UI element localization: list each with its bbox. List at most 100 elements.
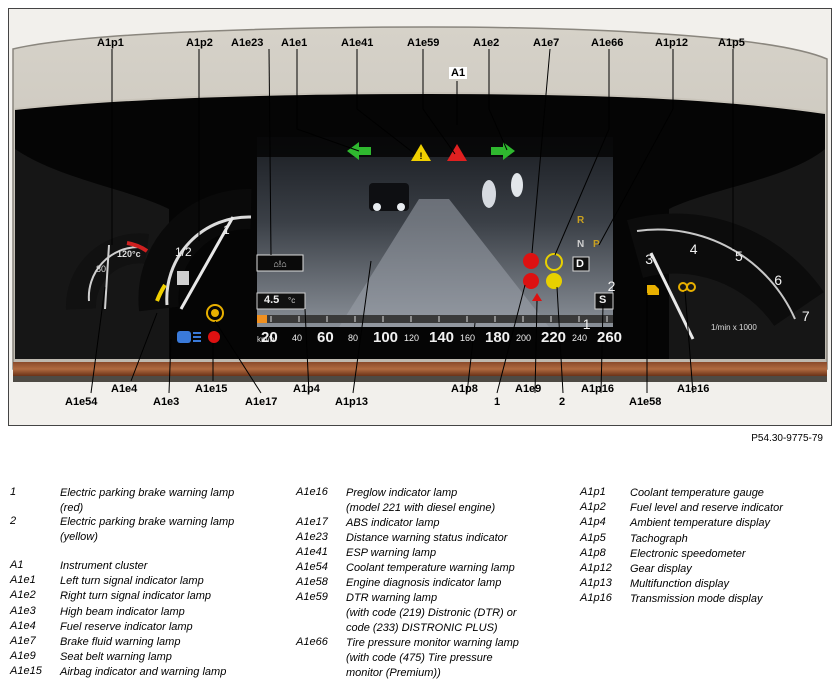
callout-a1p5: A1p5 <box>718 37 745 49</box>
fuel-full-label: 1 <box>223 223 230 237</box>
callout-a1e9: A1e9 <box>515 383 542 395</box>
coolant-mid-label: 80 <box>96 264 107 274</box>
callout-1: 1 <box>494 396 501 408</box>
callout-a1e59: A1e59 <box>407 37 440 49</box>
legend-description: Coolant temperature gauge <box>630 487 764 499</box>
figure-id: P54.30-9775-79 <box>751 433 823 444</box>
legend-description: High beam indicator lamp <box>60 606 185 618</box>
speedo-tick-label: 120 <box>404 333 420 343</box>
callout-a1p16: A1p16 <box>581 383 615 395</box>
legend-code: A1p8 <box>580 547 606 559</box>
callout-2: 2 <box>559 396 566 408</box>
speedo-tick-label: 180 <box>485 329 511 346</box>
legend-description: Seat belt warning lamp <box>60 651 172 663</box>
legend-code: A1e16 <box>296 486 328 498</box>
speedo-tick-label: 200 <box>516 333 532 343</box>
legend-code: A1e23 <box>296 531 328 543</box>
legend-code: A1e15 <box>10 665 42 677</box>
legend-code: A1e41 <box>296 546 328 558</box>
high-beam-icon <box>177 331 201 343</box>
legend-description: Electronic speedometer <box>630 548 746 560</box>
speedo-tick-label: 240 <box>572 333 588 343</box>
speedo-tick-label: 60 <box>317 329 334 346</box>
legend-description: Right turn signal indicator lamp <box>60 590 212 602</box>
legend-code: A1e17 <box>296 516 328 528</box>
callout-a1e17: A1e17 <box>245 396 278 408</box>
speedo-tick-label: 160 <box>460 333 476 343</box>
callout-a1e66: A1e66 <box>591 37 624 49</box>
callout-a1e3: A1e3 <box>153 396 180 408</box>
gear-d: D <box>576 258 584 270</box>
legend-description: ABS indicator lamp <box>346 517 440 529</box>
legend-code: A1e54 <box>296 561 328 573</box>
legend-code: A1e59 <box>296 591 328 603</box>
legend-description: Electric parking brake warning lamp (yel… <box>60 516 235 543</box>
callout-a1e41: A1e41 <box>341 37 374 49</box>
legend-description: Brake fluid warning lamp <box>60 636 181 648</box>
transmission-mode-value: S <box>599 294 607 306</box>
legend-code: A1p5 <box>580 532 606 544</box>
callout-a1e23: A1e23 <box>231 37 264 49</box>
airbag-icon <box>208 331 220 343</box>
tacho-tick-label: 2 <box>607 277 616 294</box>
brake-fluid-icon <box>523 253 539 269</box>
legend-code: 1 <box>10 486 17 498</box>
speedo-tick-label: 140 <box>429 329 455 346</box>
gear-n: N <box>577 239 585 250</box>
callout-a1e15: A1e15 <box>195 383 228 395</box>
callout-a1p1: A1p1 <box>97 37 124 49</box>
speedo-tick-label: 100 <box>373 329 399 346</box>
callout-a1p4: A1p4 <box>293 383 320 395</box>
legend-code: A1p16 <box>580 592 612 604</box>
speedo-tick-label: 80 <box>348 333 359 343</box>
fuel-pump-icon <box>177 271 189 285</box>
legend-description: Multifunction display <box>630 578 730 590</box>
tacho-unit: 1/min x 1000 <box>711 323 757 332</box>
legend-description: Tachograph <box>630 533 688 545</box>
cluster-drawing: ! ⌂!⌂ <box>9 9 831 425</box>
speedo-tick-label: 220 <box>541 329 567 346</box>
legend-code: A1e4 <box>10 620 36 632</box>
ambient-temp-unit: °c <box>288 296 296 305</box>
speedo-tick-label: 40 <box>292 333 303 343</box>
speedo-tick-label: 260 <box>597 329 623 346</box>
legend-description: Coolant temperature warning lamp <box>346 562 515 574</box>
legend-description: Engine diagnosis indicator lamp <box>346 577 502 589</box>
ambient-temp-value: 4.5 <box>264 294 280 306</box>
legend-description: Ambient temperature display <box>630 517 771 529</box>
legend-code: A1e2 <box>10 589 36 601</box>
coolant-max-label: 120°c <box>117 249 141 259</box>
tacho-tick-label: 6 <box>774 271 783 288</box>
callout-a1e1: A1e1 <box>281 37 308 49</box>
legend-code: A1e7 <box>10 635 36 647</box>
instrument-cluster-figure: ! ⌂!⌂ 120°c 80 1/2 1 4.5 °c S R N P D 1/… <box>8 8 832 426</box>
legend-code: 2 <box>10 515 17 527</box>
callout-a1e2: A1e2 <box>473 37 500 49</box>
legend-code: A1p2 <box>580 501 606 513</box>
callout-a1e4: A1e4 <box>111 383 138 395</box>
legend-description: DTR warning lamp (with code (219) Distro… <box>346 592 517 634</box>
tacho-tick-label: 1 <box>582 316 591 333</box>
svg-text:!: ! <box>420 151 423 161</box>
legend-description: Left turn signal indicator lamp <box>60 575 204 587</box>
gear-r: R <box>577 215 585 226</box>
legend-code: A1e66 <box>296 636 328 648</box>
callout-a1: A1 <box>449 67 468 79</box>
legend-description: Gear display <box>630 563 692 575</box>
speedo-tick-label: 20 <box>261 329 278 346</box>
legend-code: A1e9 <box>10 650 36 662</box>
tacho-tick-label: 3 <box>645 251 653 268</box>
tacho-tick-label: 5 <box>735 248 743 265</box>
legend-description: Transmission mode display <box>630 593 763 605</box>
gear-p: P <box>593 239 600 250</box>
legend-code: A1 <box>10 559 24 571</box>
fuel-half-label: 1/2 <box>175 245 192 259</box>
legend-description: Fuel level and reserve indicator <box>630 502 783 514</box>
tacho-tick-label: 7 <box>801 308 810 325</box>
legend-description: Electric parking brake warning lamp (red… <box>60 487 235 514</box>
legend-description: Airbag indicator and warning lamp <box>60 666 227 678</box>
legend-description: Distance warning status indicator <box>346 532 508 544</box>
legend-description: Fuel reserve indicator lamp <box>60 621 193 633</box>
legend-code: A1p1 <box>580 486 606 498</box>
legend-description: ESP warning lamp <box>346 547 437 559</box>
